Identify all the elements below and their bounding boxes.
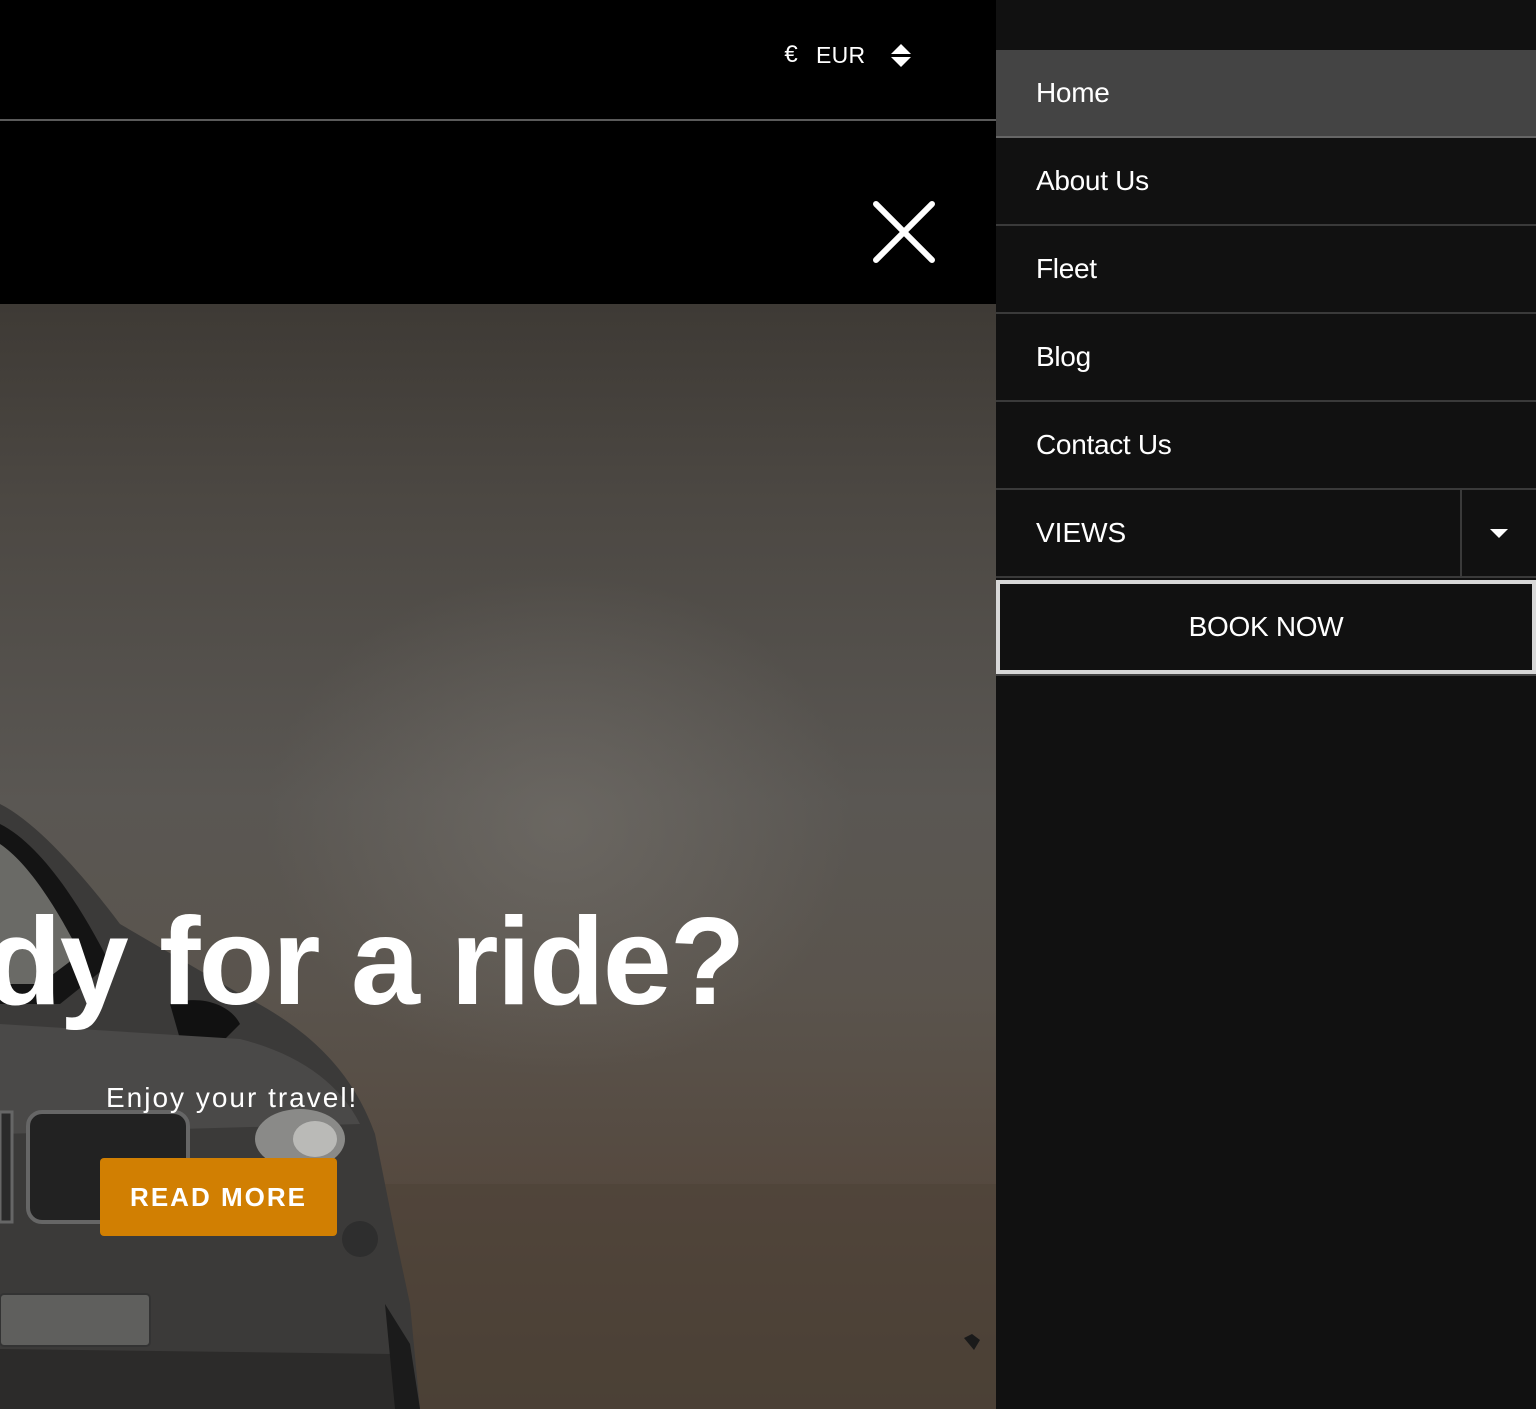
book-now-label: BOOK NOW (1188, 611, 1344, 642)
menu-item-views[interactable]: VIEWS (996, 490, 1536, 578)
main-page: € EUR dy for a ride? Enjoy your travel! … (0, 0, 996, 1409)
book-now-button[interactable]: BOOK NOW (996, 580, 1536, 674)
caret-down-icon (1490, 528, 1508, 538)
top-bar: € EUR (0, 0, 996, 121)
menu-item-label: Blog (1036, 341, 1091, 372)
car-image (0, 804, 996, 1409)
nav-bar (0, 123, 996, 304)
menu-item-label: Home (1036, 77, 1110, 108)
close-icon (873, 201, 935, 263)
currency-code: EUR (816, 41, 866, 68)
menu-item-about-us[interactable]: About Us (996, 138, 1536, 226)
hero-banner: dy for a ride? Enjoy your travel! READ M… (0, 304, 996, 1409)
menu-item-home[interactable]: Home (996, 50, 1536, 138)
book-now-container: BOOK NOW (996, 580, 1536, 676)
menu-item-label: VIEWS (1036, 517, 1127, 548)
currency-selector[interactable]: € EUR (780, 38, 912, 72)
menu-item-label: About Us (1036, 165, 1149, 196)
menu-item-contact-us[interactable]: Contact Us (996, 402, 1536, 490)
close-menu-button[interactable] (866, 196, 942, 272)
menu-item-fleet[interactable]: Fleet (996, 226, 1536, 314)
side-menu: Home About Us Fleet Blog Contact Us VIEW… (996, 0, 1536, 1409)
menu-item-label: Contact Us (1036, 429, 1172, 460)
read-more-button[interactable]: READ MORE (100, 1158, 337, 1236)
side-menu-header (996, 0, 1536, 50)
menu-item-label: Fleet (1036, 253, 1097, 284)
sort-icon (891, 41, 912, 69)
menu-item-blog[interactable]: Blog (996, 314, 1536, 402)
currency-symbol: € (784, 41, 798, 68)
submenu-toggle-button[interactable] (1460, 490, 1536, 576)
hero-title: dy for a ride? (0, 893, 745, 1031)
hero-subtitle: Enjoy your travel! (106, 1082, 359, 1113)
